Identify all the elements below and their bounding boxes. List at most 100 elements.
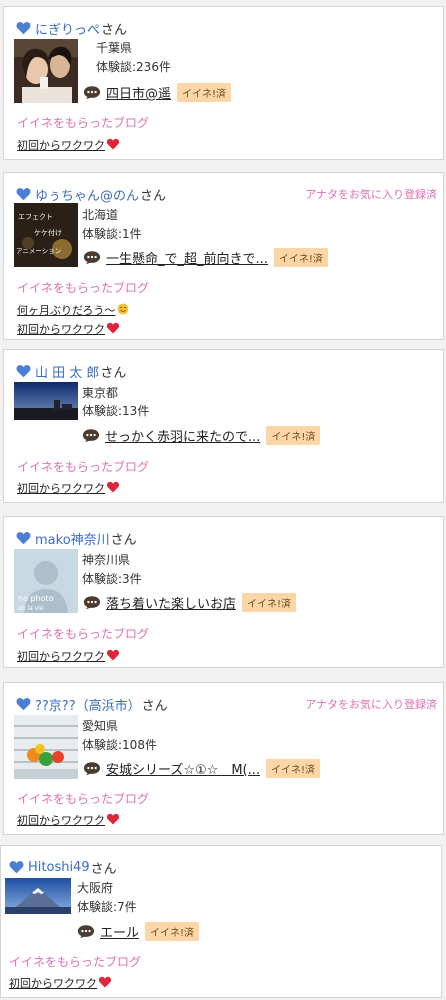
heart-icon (16, 188, 31, 201)
liked-blog-heading: イイネをもらったブログ (17, 116, 150, 130)
story-row: 落ち着いた楽しいお店 イイネ!済 (83, 592, 297, 613)
user-card: ゆぅちゃん@のん さん アナタをお気に入り登録済 エフェクト ケケ付け アニメーシ… (3, 172, 444, 340)
card-header: ゆぅちゃん@のん さん アナタをお気に入り登録済 (16, 184, 437, 204)
liked-blog-heading: イイネをもらったブログ (17, 627, 150, 641)
prefecture: 千葉県 (96, 41, 133, 55)
prefecture: 東京都 (82, 386, 119, 400)
speech-bubble-icon (83, 596, 101, 610)
blog-link[interactable]: 初回からワクワク (17, 812, 120, 828)
blog-link[interactable]: 初回からワクワク (17, 137, 120, 153)
heart-icon (16, 532, 31, 545)
blog-link[interactable]: 初回からワクワク (9, 975, 112, 991)
speech-bubble-icon (82, 429, 100, 443)
blog-link[interactable]: 初回からワクワク (17, 321, 120, 337)
user-avatar[interactable]: エフェクト ケケ付け アニメーション (14, 203, 78, 267)
experience-count: 体験談:108件 (82, 738, 157, 752)
user-card: ??京??（高浜市） さん アナタをお気に入り登録済 愛知県 体験談:108件 安… (3, 682, 444, 835)
card-header: 山 田 太 郎さん (16, 361, 437, 381)
user-name-link[interactable]: Hitoshi49 (28, 860, 90, 875)
name-suffix: さん (140, 188, 167, 204)
red-heart-icon (98, 976, 112, 988)
user-avatar[interactable] (14, 715, 78, 779)
story-title-link[interactable]: せっかく赤羽に来たので... (105, 426, 260, 445)
red-heart-icon (106, 649, 120, 661)
user-name-link[interactable]: ??京??（高浜市） (35, 695, 141, 714)
prefecture: 愛知県 (82, 719, 119, 733)
user-avatar[interactable]: no photo oh la vie (14, 549, 78, 613)
name-suffix: さん (101, 22, 128, 38)
like-done-badge: イイネ!済 (266, 426, 321, 445)
story-title-link[interactable]: 落ち着いた楽しいお店 (106, 593, 236, 612)
card-header: ??京??（高浜市） さん アナタをお気に入り登録済 (16, 694, 437, 714)
thumb-caption: エフェクト (18, 213, 53, 221)
story-title-link[interactable]: 四日市@遥 (106, 83, 171, 102)
speech-bubble-icon (83, 762, 101, 776)
blog-link[interactable]: 初回からワクワク (17, 480, 120, 496)
story-title-link[interactable]: 安城シリーズ☆①☆ M(... (106, 759, 260, 778)
experience-count: 体験談:236件 (96, 60, 171, 74)
liked-blog-heading: イイネをもらったブログ (17, 792, 150, 806)
experience-count: 体験談:13件 (82, 404, 150, 418)
story-row: せっかく赤羽に来たので... イイネ!済 (82, 425, 321, 446)
story-title-link[interactable]: 一生懸命_で_超_前向きで... (106, 248, 268, 267)
favorited-label: アナタをお気に入り登録済 (305, 698, 437, 711)
blog-link[interactable]: 初回からワクワク (17, 648, 120, 664)
liked-blog-heading: イイネをもらったブログ (9, 955, 142, 969)
user-card: mako神奈川 さん no photo oh la vie 神奈川県 体験談:3件… (3, 516, 444, 668)
liked-blog-heading: イイネをもらったブログ (17, 460, 150, 474)
speech-bubble-icon (83, 251, 101, 265)
name-suffix: さん (110, 532, 137, 548)
story-row: 一生懸命_で_超_前向きで... イイネ!済 (83, 247, 328, 268)
user-name-link[interactable]: にぎりっぺ (35, 19, 100, 38)
user-avatar[interactable] (14, 39, 78, 103)
story-row: エール イイネ!済 (77, 921, 200, 942)
blog-title: 初回からワクワク (9, 977, 97, 990)
thumb-caption: ケケ付け (34, 228, 62, 237)
user-name-link[interactable]: 山 田 太 郎 (35, 362, 99, 381)
prefecture: 神奈川県 (82, 553, 131, 567)
story-row: 四日市@遥 イイネ!済 (83, 82, 232, 103)
user-name-link[interactable]: mako神奈川 (35, 529, 110, 548)
red-heart-icon (106, 138, 120, 150)
favorited-label: アナタをお気に入り登録済 (305, 188, 437, 201)
story-title-link[interactable]: エール (100, 922, 139, 941)
story-row: 安城シリーズ☆①☆ M(... イイネ!済 (83, 758, 321, 779)
heart-icon (16, 22, 31, 35)
like-done-badge: イイネ!済 (145, 922, 200, 941)
prefecture: 北海道 (82, 208, 119, 222)
blog-title: 初回からワクワク (17, 139, 105, 152)
thumb-caption: oh la vie (18, 605, 44, 612)
smiling-face-icon (117, 303, 129, 315)
red-heart-icon (106, 322, 120, 334)
prefecture: 大阪府 (77, 881, 114, 895)
user-card: 山 田 太 郎さん 東京都 体験談:13件 せっかく赤羽に来たので... イイネ… (3, 349, 444, 503)
blog-title: 初回からワクワク (17, 814, 105, 827)
experience-count: 体験談:7件 (77, 900, 137, 914)
card-header: Hitoshi49 さん (9, 857, 435, 877)
thumb-caption: アニメーション (16, 247, 61, 255)
user-avatar[interactable] (14, 382, 78, 420)
blog-title: 初回からワクワク (17, 323, 105, 336)
thumb-caption: no photo (18, 594, 54, 603)
user-card: Hitoshi49 さん 大阪府 体験談:7件 エール イイネ!済 イイネをもらっ… (0, 845, 442, 998)
user-card: にぎりっぺ さん 千葉県 体験談:236件 四日市@遥 イイネ!済 イイネをもらっ… (3, 6, 444, 160)
user-name-link[interactable]: ゆぅちゃん@のん (35, 185, 139, 204)
like-done-badge: イイネ!済 (266, 759, 321, 778)
blog-title: 初回からワクワク (17, 650, 105, 663)
user-avatar[interactable] (5, 878, 71, 914)
card-header: mako神奈川 さん (16, 528, 437, 548)
heart-icon (9, 861, 24, 874)
speech-bubble-icon (83, 86, 101, 100)
liked-blog-heading: イイネをもらったブログ (17, 281, 150, 295)
name-suffix: さん (100, 365, 127, 381)
heart-icon (16, 365, 31, 378)
like-done-badge: イイネ!済 (242, 593, 297, 612)
red-heart-icon (106, 813, 120, 825)
name-suffix: さん (141, 698, 168, 714)
blog-link[interactable]: 何ヶ月ぶりだろう〜 (17, 302, 130, 318)
like-done-badge: イイネ!済 (273, 248, 328, 267)
blog-title: 何ヶ月ぶりだろう〜 (17, 304, 116, 317)
red-heart-icon (106, 481, 120, 493)
name-suffix: さん (90, 861, 117, 877)
experience-count: 体験談:1件 (82, 227, 142, 241)
